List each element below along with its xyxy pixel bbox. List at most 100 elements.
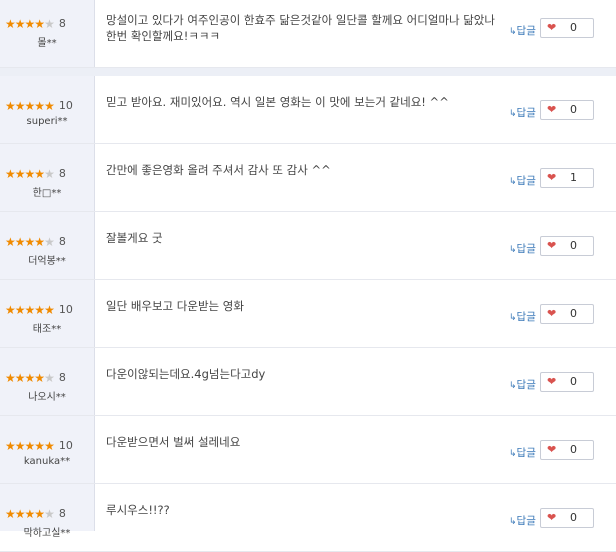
comment-row: ★★★★★ 8 몰** 망설이고 있다가 여주인공이 한효주 닮은것같아 일단콜 할께… xyxy=(0,0,616,68)
username: 태조** xyxy=(32,324,62,335)
rating-score: 8 xyxy=(58,17,66,30)
star-empty-icon: ★ xyxy=(44,235,55,249)
like-button[interactable]: ❤ 0 xyxy=(540,440,594,460)
row-separator xyxy=(0,68,616,76)
star-filled-icon: ★ xyxy=(14,371,26,385)
reply-label: 답글 xyxy=(516,107,536,119)
star-filled-icon: ★ xyxy=(44,303,55,317)
reply-link[interactable]: ↳답글 xyxy=(509,105,536,120)
reply-arrow-icon: ↳ xyxy=(509,245,517,255)
reply-arrow-icon: ↳ xyxy=(509,313,517,323)
reply-link[interactable]: ↳답글 xyxy=(509,173,536,188)
star-rating: ★★★★★ xyxy=(5,507,55,521)
heart-icon: ❤ xyxy=(547,21,557,34)
rating-line: ★★★★★ 8 xyxy=(5,235,91,249)
star-rating: ★★★★★ xyxy=(5,235,55,249)
star-filled-icon: ★ xyxy=(14,507,26,521)
like-count: 0 xyxy=(570,375,577,388)
reply-arrow-icon: ↳ xyxy=(509,109,517,119)
star-filled-icon: ★ xyxy=(24,235,36,249)
heart-icon: ❤ xyxy=(547,511,557,524)
star-filled-icon: ★ xyxy=(14,235,26,249)
star-filled-icon: ★ xyxy=(24,17,36,31)
star-filled-icon: ★ xyxy=(34,303,45,317)
rating-cell: ★★★★★ 10 superi** xyxy=(0,76,94,143)
star-filled-icon: ★ xyxy=(34,99,45,113)
comment-text: 다운이않되는데요.4g넘는다고dy xyxy=(106,367,266,381)
reply-link[interactable]: ↳답글 xyxy=(509,445,536,460)
rating-cell: ★★★★★ 10 태조** xyxy=(0,280,94,347)
comment-row: ★★★★★ 8 막하고실** 루시우스!!?? ↳답글 ❤ 0 xyxy=(0,484,616,552)
like-button[interactable]: ❤ 0 xyxy=(540,236,594,256)
star-filled-icon: ★ xyxy=(5,507,16,521)
comment-text: 다운받으면서 벌써 설레네요 xyxy=(106,435,241,449)
rating-cell: ★★★★★ 10 kanuka** xyxy=(0,416,94,483)
like-button[interactable]: ❤ 0 xyxy=(540,100,594,120)
star-filled-icon: ★ xyxy=(5,17,16,31)
like-count: 0 xyxy=(570,21,577,34)
rating-cell: ★★★★★ 8 한□** xyxy=(0,144,94,211)
star-filled-icon: ★ xyxy=(24,303,36,317)
like-button[interactable]: ❤ 0 xyxy=(540,372,594,392)
star-rating: ★★★★★ xyxy=(5,439,55,453)
star-filled-icon: ★ xyxy=(14,167,26,181)
comment-text: 망설이고 있다가 여주인공이 한효주 닮은것같아 일단콜 할께요 어디얼마나 닮… xyxy=(106,13,495,43)
reply-arrow-icon: ↳ xyxy=(509,449,517,459)
reply-link[interactable]: ↳답글 xyxy=(509,309,536,324)
rating-score: 10 xyxy=(58,303,73,316)
star-filled-icon: ★ xyxy=(34,17,45,31)
like-button[interactable]: ❤ 0 xyxy=(540,508,594,528)
star-filled-icon: ★ xyxy=(5,439,16,453)
reply-label: 답글 xyxy=(516,311,536,323)
reply-arrow-icon: ↳ xyxy=(509,381,517,391)
reply-label: 답글 xyxy=(516,175,536,187)
comment-row: ★★★★★ 10 superi** 믿고 받아요. 재미있어요. 역시 일본 영화는 … xyxy=(0,76,616,144)
rating-line: ★★★★★ 8 xyxy=(5,17,91,31)
like-button[interactable]: ❤ 1 xyxy=(540,168,594,188)
comment-row: ★★★★★ 8 한□** 간만에 좋은영화 올려 주셔서 감사 또 감사 ^^ ↳답글 ❤… xyxy=(0,144,616,212)
star-filled-icon: ★ xyxy=(14,303,26,317)
like-button[interactable]: ❤ 0 xyxy=(540,304,594,324)
reply-link[interactable]: ↳답글 xyxy=(509,241,536,256)
comment-row: ★★★★★ 8 나오시** 다운이않되는데요.4g넘는다고dy ↳답글 ❤ 0 xyxy=(0,348,616,416)
reply-arrow-icon: ↳ xyxy=(509,27,517,37)
rating-line: ★★★★★ 10 xyxy=(5,99,91,113)
rating-cell: ★★★★★ 8 막하고실** xyxy=(0,484,94,551)
comment-text: 믿고 받아요. 재미있어요. 역시 일본 영화는 이 맛에 보는거 같네요! ^… xyxy=(106,95,449,109)
star-rating: ★★★★★ xyxy=(5,371,55,385)
rating-line: ★★★★★ 10 xyxy=(5,303,91,317)
rating-line: ★★★★★ 10 xyxy=(5,439,91,453)
star-filled-icon: ★ xyxy=(5,99,16,113)
star-filled-icon: ★ xyxy=(14,99,26,113)
rating-cell: ★★★★★ 8 나오시** xyxy=(0,348,94,415)
star-empty-icon: ★ xyxy=(44,371,55,385)
reply-label: 답글 xyxy=(516,25,536,37)
username: 한□** xyxy=(32,188,62,199)
comment-text: 잘볼게요 굿 xyxy=(106,231,163,245)
star-rating: ★★★★★ xyxy=(5,303,55,317)
star-filled-icon: ★ xyxy=(5,167,16,181)
rating-line: ★★★★★ 8 xyxy=(5,167,91,181)
like-button[interactable]: ❤ 0 xyxy=(540,18,594,38)
like-count: 0 xyxy=(570,443,577,456)
like-count: 0 xyxy=(570,103,577,116)
reply-link[interactable]: ↳답글 xyxy=(509,513,536,528)
username: 더억봉** xyxy=(28,256,66,267)
star-filled-icon: ★ xyxy=(44,99,55,113)
heart-icon: ❤ xyxy=(547,375,557,388)
star-filled-icon: ★ xyxy=(24,167,36,181)
comment-text: 간만에 좋은영화 올려 주셔서 감사 또 감사 ^^ xyxy=(106,163,331,177)
comment-row: ★★★★★ 8 더억봉** 잘볼게요 굿 ↳답글 ❤ 0 xyxy=(0,212,616,280)
reply-link[interactable]: ↳답글 xyxy=(509,377,536,392)
username: 몰** xyxy=(37,38,57,49)
star-filled-icon: ★ xyxy=(24,439,36,453)
reply-label: 답글 xyxy=(516,243,536,255)
star-filled-icon: ★ xyxy=(34,371,45,385)
star-filled-icon: ★ xyxy=(5,371,16,385)
reply-link[interactable]: ↳답글 xyxy=(509,23,536,38)
star-filled-icon: ★ xyxy=(24,507,36,521)
star-filled-icon: ★ xyxy=(24,371,36,385)
rating-score: 8 xyxy=(58,371,66,384)
star-filled-icon: ★ xyxy=(14,439,26,453)
rating-cell: ★★★★★ 8 더억봉** xyxy=(0,212,94,279)
